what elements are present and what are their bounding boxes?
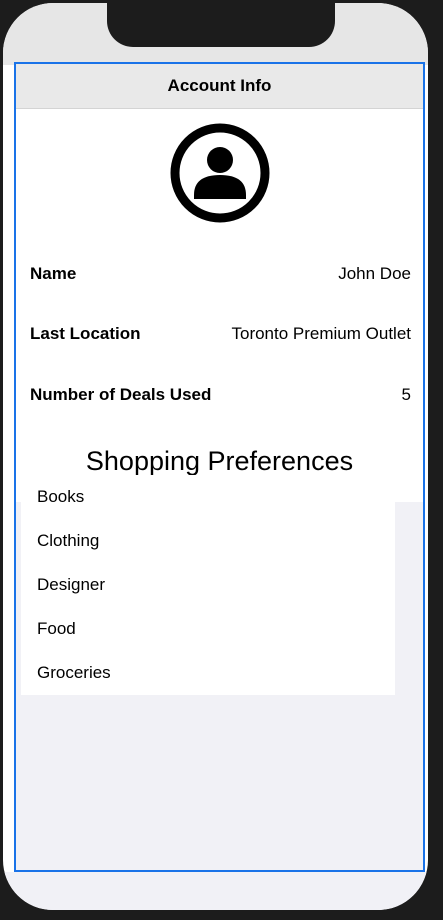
name-row: Name John Doe [30, 262, 411, 286]
screen: Account Info Name John Doe Last Location… [3, 3, 428, 910]
last-location-value: Toronto Premium Outlet [231, 324, 411, 343]
phone-frame: Account Info Name John Doe Last Location… [0, 0, 443, 920]
profile-section: Name John Doe Last Location Toronto Prem… [16, 109, 423, 502]
deals-used-value: 5 [401, 385, 411, 404]
deals-used-label: Number of Deals Used [30, 385, 212, 404]
person-circle-icon [170, 123, 270, 223]
preference-item-clothing[interactable]: Clothing [37, 529, 99, 553]
preferences-list: Books Clothing Designer Food Groceries [21, 475, 395, 695]
name-value: John Doe [338, 264, 411, 283]
last-location-label: Last Location [30, 324, 141, 343]
device-notch [107, 3, 335, 47]
preference-item-food[interactable]: Food [37, 617, 76, 641]
shopping-preferences-heading: Shopping Preferences [85, 446, 354, 476]
preference-item-groceries[interactable]: Groceries [37, 661, 111, 685]
page-title: Account Info [167, 76, 272, 95]
preference-item-books[interactable]: Books [37, 485, 84, 509]
name-label: Name [30, 264, 77, 283]
last-location-row: Last Location Toronto Premium Outlet [30, 322, 411, 346]
deals-used-row: Number of Deals Used 5 [30, 383, 411, 407]
preference-item-designer[interactable]: Designer [37, 573, 105, 597]
navigation-bar: Account Info [16, 64, 423, 109]
account-info-view: Account Info Name John Doe Last Location… [14, 62, 425, 872]
home-indicator-area [3, 872, 428, 910]
